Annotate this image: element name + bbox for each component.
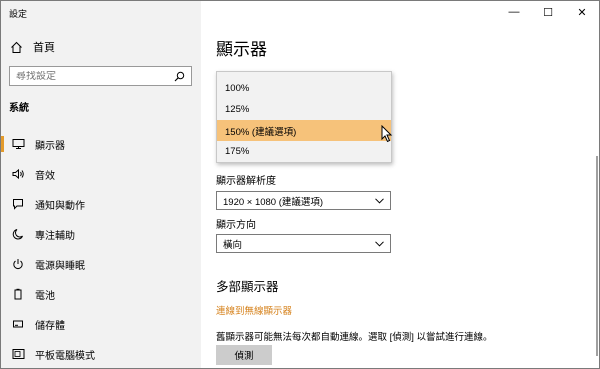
scale-dropdown-menu: 100% 125% 150% (建議選項) 175% bbox=[216, 71, 392, 163]
speaker-icon bbox=[11, 167, 25, 181]
section-title: 系統 bbox=[9, 103, 29, 114]
notification-icon bbox=[11, 197, 25, 211]
search-box[interactable] bbox=[9, 66, 192, 86]
sidebar-item-power-sleep[interactable]: 電源與睡眠 bbox=[1, 249, 201, 279]
storage-icon bbox=[11, 317, 25, 331]
sidebar-item-label: 電源與睡眠 bbox=[35, 260, 85, 272]
minimize-button[interactable]: — bbox=[497, 1, 531, 23]
scale-option-175[interactable]: 175% bbox=[217, 141, 391, 162]
orientation-label: 顯示方向 bbox=[216, 220, 256, 231]
monitor-icon bbox=[11, 137, 25, 151]
search-icon[interactable] bbox=[173, 70, 185, 82]
sidebar-item-label: 儲存體 bbox=[35, 320, 65, 332]
sidebar-item-tablet-mode[interactable]: 平板電腦模式 bbox=[1, 339, 201, 369]
chevron-down-icon bbox=[374, 240, 384, 248]
chevron-down-icon bbox=[374, 197, 384, 205]
orientation-value: 橫向 bbox=[223, 239, 243, 251]
multiple-displays-heading: 多部顯示器 bbox=[216, 280, 279, 294]
detect-button[interactable]: 偵測 bbox=[216, 345, 272, 365]
search-input[interactable] bbox=[16, 70, 173, 82]
sidebar-item-label: 音效 bbox=[35, 170, 55, 182]
moon-icon bbox=[11, 227, 25, 241]
resolution-select[interactable]: 1920 × 1080 (建議選項) bbox=[216, 191, 391, 210]
window-controls: — ☐ ✕ bbox=[497, 1, 599, 23]
scale-option-125[interactable]: 125% bbox=[217, 99, 391, 120]
orientation-select[interactable]: 橫向 bbox=[216, 234, 391, 253]
resolution-label: 顯示器解析度 bbox=[216, 176, 276, 187]
wireless-display-link[interactable]: 連線到無線顯示器 bbox=[216, 303, 292, 317]
scrollbar[interactable] bbox=[596, 156, 598, 356]
main-content: — ☐ ✕ 顯示器 100% 125% 150% (建議選項) 175% 顯示器… bbox=[201, 1, 599, 368]
resolution-value: 1920 × 1080 (建議選項) bbox=[223, 196, 324, 208]
sidebar-item-battery[interactable]: 電池 bbox=[1, 279, 201, 309]
mouse-cursor-icon bbox=[381, 125, 393, 143]
home-icon bbox=[9, 40, 23, 54]
detect-note: 舊顯示器可能無法每次都自動連線。選取 [偵測] 以嘗試進行連線。 bbox=[216, 332, 493, 343]
maximize-button[interactable]: ☐ bbox=[531, 1, 565, 23]
scale-option-150-selected[interactable]: 150% (建議選項) bbox=[217, 120, 391, 141]
tablet-icon bbox=[11, 347, 25, 361]
sidebar-item-label: 專注輔助 bbox=[35, 230, 75, 242]
battery-icon bbox=[11, 287, 25, 301]
nav-list: 顯示器 音效 通知與動作 專注輔助 電源與睡眠 電池 儲存體 平板電腦模式 bbox=[1, 129, 201, 369]
window-title: 設定 bbox=[9, 9, 28, 19]
sidebar-item-storage[interactable]: 儲存體 bbox=[1, 309, 201, 339]
sidebar-item-display[interactable]: 顯示器 bbox=[1, 129, 201, 159]
sidebar-item-focus-assist[interactable]: 專注輔助 bbox=[1, 219, 201, 249]
page-title: 顯示器 bbox=[216, 40, 267, 59]
scale-option-100[interactable]: 100% bbox=[217, 78, 391, 99]
sidebar-item-label: 電池 bbox=[35, 290, 55, 302]
close-button[interactable]: ✕ bbox=[565, 1, 599, 23]
power-icon bbox=[11, 257, 25, 271]
sidebar-item-label: 通知與動作 bbox=[35, 200, 85, 212]
sidebar-item-sound[interactable]: 音效 bbox=[1, 159, 201, 189]
sidebar: 設定 首頁 系統 顯示器 音效 通知與動作 bbox=[1, 1, 201, 368]
sidebar-item-notifications[interactable]: 通知與動作 bbox=[1, 189, 201, 219]
home-nav-item[interactable]: 首頁 bbox=[9, 39, 55, 55]
home-label: 首頁 bbox=[33, 42, 55, 54]
sidebar-item-label: 顯示器 bbox=[35, 140, 65, 152]
sidebar-item-label: 平板電腦模式 bbox=[35, 350, 95, 362]
